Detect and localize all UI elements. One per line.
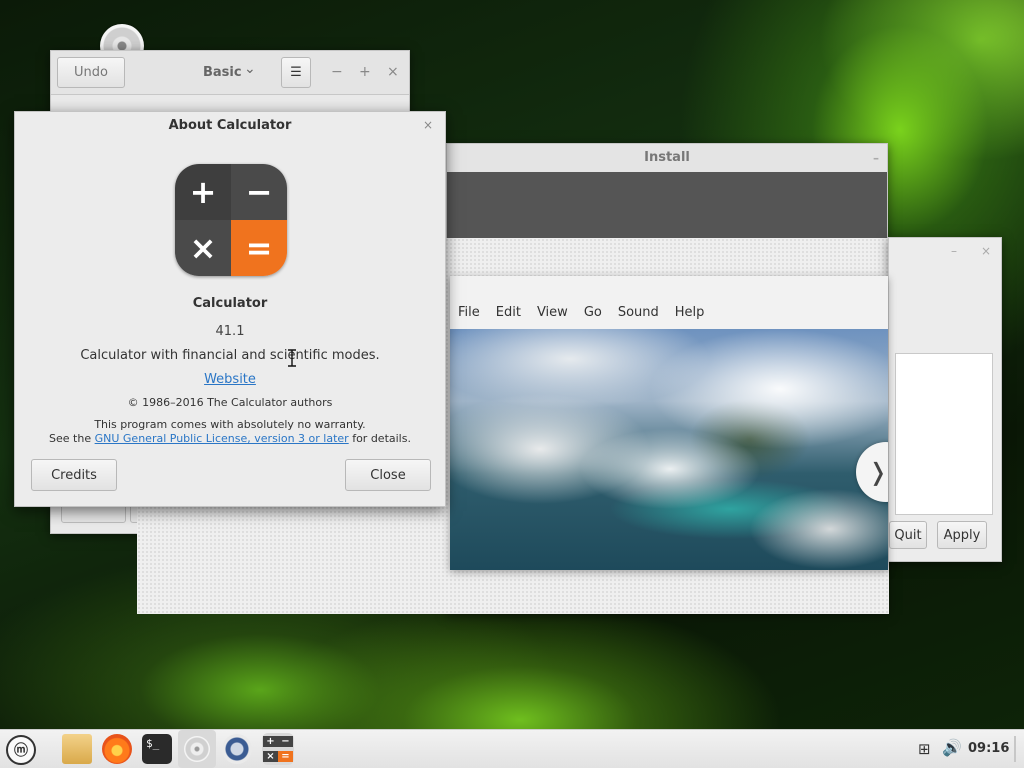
close-button[interactable]: Close: [345, 459, 431, 491]
license-link[interactable]: GNU General Public License, version 3 or…: [95, 432, 349, 445]
volume-icon[interactable]: 🔊: [942, 738, 962, 757]
terminal-icon[interactable]: $_: [142, 734, 172, 764]
apply-button[interactable]: Apply: [937, 521, 987, 549]
menu-sound[interactable]: Sound: [618, 305, 659, 320]
taskbar: ⓜ $_ + − × = ⊞ 🔊 09:16: [0, 729, 1024, 768]
installer-icon[interactable]: [222, 734, 252, 764]
quit-button[interactable]: Quit: [889, 521, 927, 549]
copyright-text: © 1986–2016 The Calculator authors: [127, 396, 333, 409]
next-arrow-icon[interactable]: ❭: [856, 442, 888, 502]
calc-equals: =: [278, 751, 293, 762]
settings-panel: [895, 353, 993, 515]
mode-selector[interactable]: Basic: [203, 65, 242, 80]
close-icon[interactable]: ×: [423, 118, 433, 132]
app-version: 41.1: [215, 324, 245, 339]
menu-help[interactable]: Help: [675, 305, 705, 320]
credits-button[interactable]: Credits: [31, 459, 117, 491]
calculator-taskbar-icon[interactable]: + − × =: [262, 733, 294, 765]
about-title: About Calculator: [168, 118, 292, 133]
hamburger-menu-button[interactable]: ☰: [281, 57, 311, 88]
settings-window: – × Quit Apply: [888, 237, 1002, 562]
logo-minus: −: [231, 164, 287, 220]
undo-button[interactable]: Undo: [57, 57, 125, 88]
logo-equals: =: [231, 220, 287, 276]
video-player-window: File Edit View Go Sound Help ❭: [450, 276, 888, 570]
close-icon[interactable]: ×: [981, 244, 991, 258]
license-suffix: for details.: [348, 432, 411, 445]
minimize-icon[interactable]: –: [951, 244, 957, 258]
calculator-logo-icon: + − × =: [175, 164, 287, 276]
calc-plus: +: [263, 736, 278, 747]
maximize-icon[interactable]: +: [359, 64, 371, 80]
network-icon[interactable]: ⊞: [918, 740, 931, 758]
about-dialog: About Calculator × + − × = Calculator 41…: [14, 111, 446, 507]
menu-edit[interactable]: Edit: [496, 305, 521, 320]
license-text: See the GNU General Public License, vers…: [15, 432, 445, 445]
website-link[interactable]: Website: [15, 372, 445, 387]
calc-minus: −: [278, 736, 293, 747]
disc-icon[interactable]: [178, 730, 216, 768]
install-title-text: Install: [644, 150, 690, 165]
clock[interactable]: 09:16: [968, 741, 1009, 756]
logo-plus: +: [175, 164, 231, 220]
warranty-text: This program comes with absolutely no wa…: [94, 418, 366, 431]
player-menubar: File Edit View Go Sound Help: [450, 276, 888, 328]
install-close-icon[interactable]: –: [873, 144, 879, 172]
calculator-headerbar: Undo Basic ⌄ ☰ − + ×: [51, 51, 409, 95]
menu-file[interactable]: File: [458, 305, 480, 320]
app-description: Calculator with financial and scientific…: [80, 348, 380, 363]
video-frame[interactable]: ❭: [450, 329, 888, 570]
chevron-down-icon[interactable]: ⌄: [244, 61, 256, 77]
close-icon[interactable]: ×: [387, 64, 399, 80]
ibeam-cursor-icon: [287, 349, 297, 367]
mint-menu-icon[interactable]: ⓜ: [6, 735, 36, 765]
files-folder-icon[interactable]: [62, 734, 92, 764]
disc-glyph: [184, 736, 210, 762]
logo-times: ×: [175, 220, 231, 276]
firefox-icon[interactable]: [102, 734, 132, 764]
license-prefix: See the: [49, 432, 95, 445]
install-title: Install –: [447, 144, 887, 172]
install-banner: [447, 172, 887, 238]
show-desktop-edge[interactable]: [1014, 736, 1016, 762]
menu-view[interactable]: View: [537, 305, 568, 320]
calc-times: ×: [263, 751, 278, 762]
app-name: Calculator: [192, 296, 268, 311]
minimize-icon[interactable]: −: [331, 64, 343, 80]
menu-go[interactable]: Go: [584, 305, 602, 320]
